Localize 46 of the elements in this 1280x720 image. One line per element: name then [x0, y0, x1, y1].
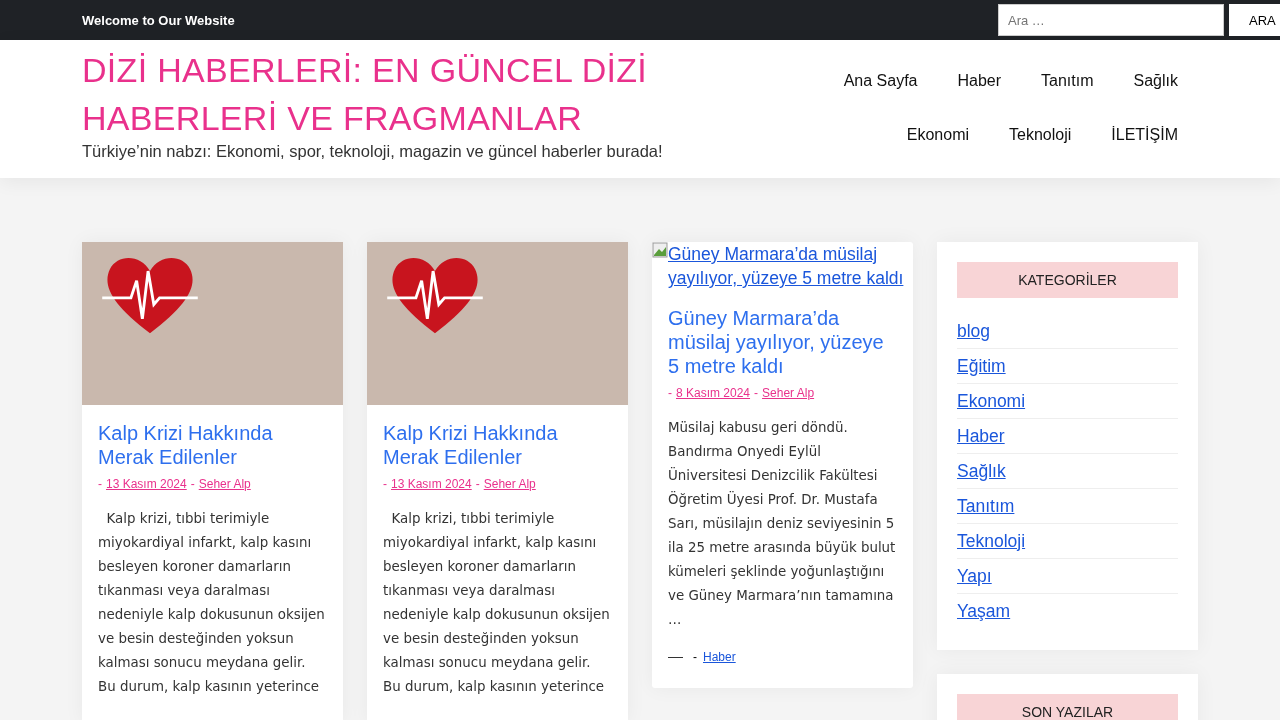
broken-image-icon [652, 242, 668, 258]
nav-link[interactable]: Ana Sayfa [843, 66, 918, 96]
post-excerpt: Kalp krizi, tıbbi terimiyle miyokardiyal infarkt, kalp kasını besleyen koroner damarların tıkanması veya daralması nedeniyle kalp dokusunun oksijen ve besin desteğinden yoksun kalması sonucu meydana gelir. Bu durum, kalp kasının yeterince [98, 510, 326, 696]
category-link[interactable]: Eğitim [957, 355, 1006, 377]
category-link[interactable]: Haber [703, 650, 736, 664]
meta-separator: - [475, 477, 480, 491]
post-date[interactable]: 13 Kasım 2024 [391, 477, 472, 491]
post-date[interactable]: 8 Kasım 2024 [676, 386, 751, 400]
nav-link[interactable]: Teknoloji [1009, 120, 1072, 150]
meta-separator: - [754, 386, 759, 400]
widget-title: SON YAZILAR [957, 694, 1178, 720]
category-link[interactable]: Yaşam [957, 600, 1011, 622]
site-title[interactable]: DİZİ HABERLERİ: EN GÜNCEL DİZİ HABERLERİ VE FRAGMANLAR [82, 46, 722, 142]
post-title[interactable]: Güney Marmara’da müsilaj yayılıyor, yüzeye 5 metre kaldı [668, 306, 897, 378]
category-link[interactable]: Tanıtım [957, 495, 1015, 517]
nav-link[interactable]: Ekonomi [906, 120, 970, 150]
widget-title: KATEGORİLER [957, 262, 1178, 298]
nav-link[interactable]: Sağlık [1133, 66, 1178, 96]
nav-link[interactable]: İLETİŞİM [1111, 120, 1178, 150]
meta-separator: - [98, 477, 102, 491]
welcome-text: Welcome to Our Website [82, 12, 235, 28]
post-title[interactable]: Kalp Krizi Hakkında Merak Edilenler [98, 421, 327, 469]
post-title[interactable]: Kalp Krizi Hakkında Merak Edilenler [383, 421, 612, 469]
nav-link[interactable]: Haber [957, 66, 1002, 96]
post-author[interactable]: Seher Alp [762, 386, 815, 400]
meta-separator: - [693, 650, 697, 664]
category-link[interactable]: Yapı [957, 565, 992, 587]
search-field[interactable]: Ara … [998, 4, 1224, 36]
post-excerpt: Kalp krizi, tıbbi terimiyle miyokardiyal infarkt, kalp kasını besleyen koroner damarların tıkanması veya daralması nedeniyle kalp dokusunun oksijen ve besin desteğinden yoksun kalması sonucu meydana gelir. Bu durum, kalp kasının yeterince [383, 510, 611, 696]
search-button[interactable]: ARA [1229, 4, 1280, 36]
category-link[interactable]: blog [957, 320, 991, 342]
site-tagline: Türkiye’nin nabzı: Ekonomi, spor, teknoloji, magazin ve güncel haberler burada! [82, 142, 664, 161]
image-alt-link[interactable]: Güney Marmara’da müsilaj yayılıyor, yüzeye 5 metre kaldı [668, 242, 913, 290]
post-date[interactable]: 13 Kasım 2024 [106, 477, 187, 491]
meta-separator: - [190, 477, 195, 491]
post-author[interactable]: Seher Alp [198, 477, 251, 491]
nav-link[interactable]: Tanıtım [1041, 66, 1094, 96]
category-link[interactable]: Teknoloji [957, 530, 1026, 552]
meta-separator: - [383, 477, 387, 491]
category-link[interactable]: Sağlık [957, 460, 1006, 482]
meta-separator: - [668, 386, 672, 400]
category-link[interactable]: Ekonomi [957, 390, 1026, 412]
post-author[interactable]: Seher Alp [483, 477, 536, 491]
dash-line [668, 656, 683, 658]
category-link[interactable]: Haber [957, 425, 1005, 447]
post-excerpt: Müsilaj kabusu geri döndü. Bandırma Onyedi Eylül Üniversitesi Denizcilik Fakültesi Öğretim Üyesi Prof. Dr. Mustafa Sarı, müsilajın deniz seviyesinin 5 ila 25 metre arasında büyük bulut kümeleri şeklinde yoğunlaştığını ve Güney Marmara’nın tamamına … [668, 419, 897, 629]
